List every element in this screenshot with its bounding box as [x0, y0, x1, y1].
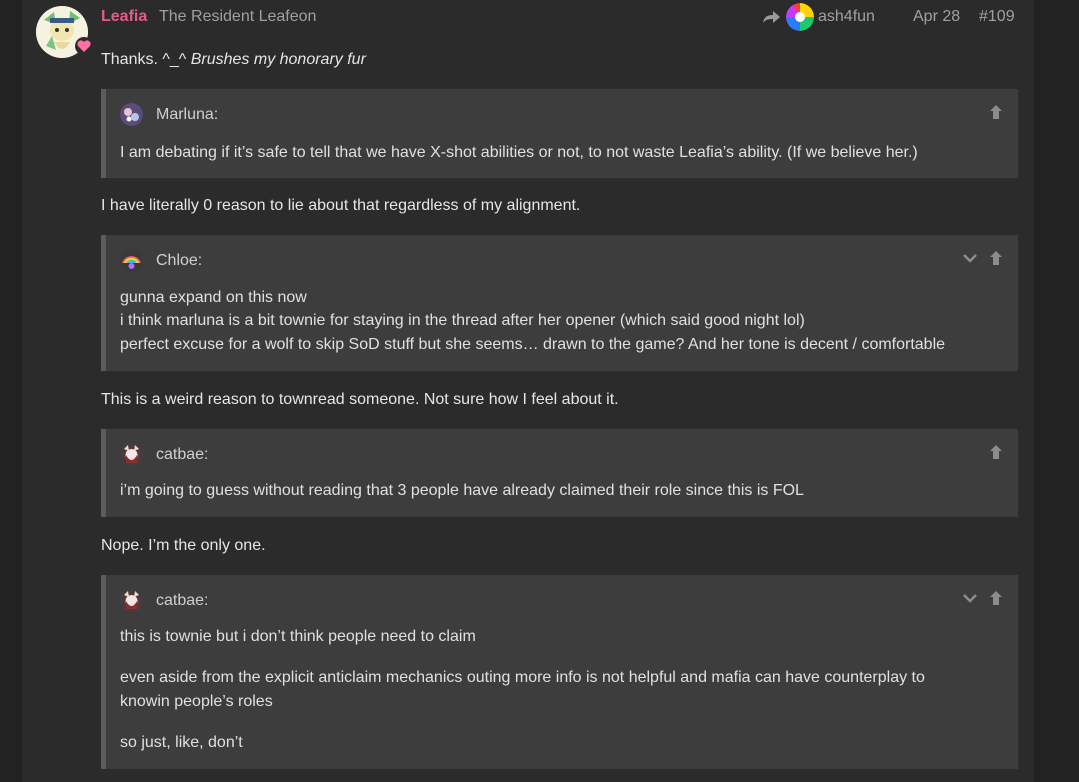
quote-text: so just, like, don’t [120, 734, 243, 751]
expand-chevron-icon[interactable] [962, 249, 978, 267]
jump-to-quote-icon[interactable] [988, 589, 1004, 607]
quote-author-avatar[interactable] [120, 589, 143, 612]
expand-chevron-icon[interactable] [962, 589, 978, 607]
quote-controls [956, 589, 1004, 609]
quote-block: catbae: this is townie but i don’t think… [101, 575, 1018, 769]
quote-author-name[interactable]: catbae: [156, 589, 208, 613]
quote-author-avatar[interactable] [120, 249, 143, 272]
reply-text: Nope. I’m the only one. [101, 537, 266, 554]
quote-controls [982, 103, 1004, 123]
quote-block: Marluna: I am debating if it’s safe to t… [101, 89, 1018, 178]
post-date[interactable]: Apr 28 [913, 6, 960, 28]
post-number[interactable]: #109 [979, 6, 1015, 28]
quote-author-name[interactable]: Chloe: [156, 249, 202, 273]
intro-text: Thanks. ^_^ [101, 51, 191, 68]
post-intro: Thanks. ^_^ Brushes my honorary fur [101, 49, 366, 71]
quote-author-avatar[interactable] [120, 443, 143, 466]
intro-action-text: Brushes my honorary fur [190, 51, 366, 68]
jump-to-quote-icon[interactable] [988, 103, 1004, 121]
quote-text: i’m going to guess without reading that … [120, 482, 804, 499]
quote-block: catbae: i’m going to guess without readi… [101, 429, 1018, 517]
quote-author-name[interactable]: catbae: [156, 443, 208, 467]
quote-text: gunna expand on this now [120, 289, 307, 306]
jump-to-quote-icon[interactable] [988, 249, 1004, 267]
quote-text: I am debating if it’s safe to tell that … [120, 144, 918, 161]
quote-block: Chloe: gunna expand on this now i think … [101, 235, 1018, 371]
reply-to-username[interactable]: ash4fun [818, 6, 875, 28]
quote-text: i think marluna is a bit townie for stay… [120, 312, 805, 329]
jump-to-quote-icon[interactable] [988, 443, 1004, 461]
quote-text: this is townie but i don’t think people … [120, 628, 476, 645]
reply-text: I have literally 0 reason to lie about t… [101, 197, 581, 214]
quote-controls [982, 443, 1004, 463]
reply-arrow-icon[interactable] [762, 9, 782, 25]
quote-author-name[interactable]: Marluna: [156, 103, 218, 127]
reply-text: This is a weird reason to townread someo… [101, 391, 619, 408]
quote-author-avatar[interactable] [120, 103, 143, 126]
username-link[interactable]: Leafia [101, 6, 147, 28]
user-title: The Resident Leafeon [159, 8, 317, 25]
quote-controls [956, 249, 1004, 269]
quote-text: perfect excuse for a wolf to skip SoD st… [120, 336, 946, 353]
reply-to-avatar[interactable] [786, 3, 814, 31]
quote-text: knowin people’s roles [120, 693, 273, 710]
post-header: Leafia The Resident Leafeon ash4fun Apr … [101, 3, 1018, 31]
quote-text: even aside from the explicit anticlaim m… [120, 669, 925, 686]
heart-badge-icon [75, 37, 93, 55]
